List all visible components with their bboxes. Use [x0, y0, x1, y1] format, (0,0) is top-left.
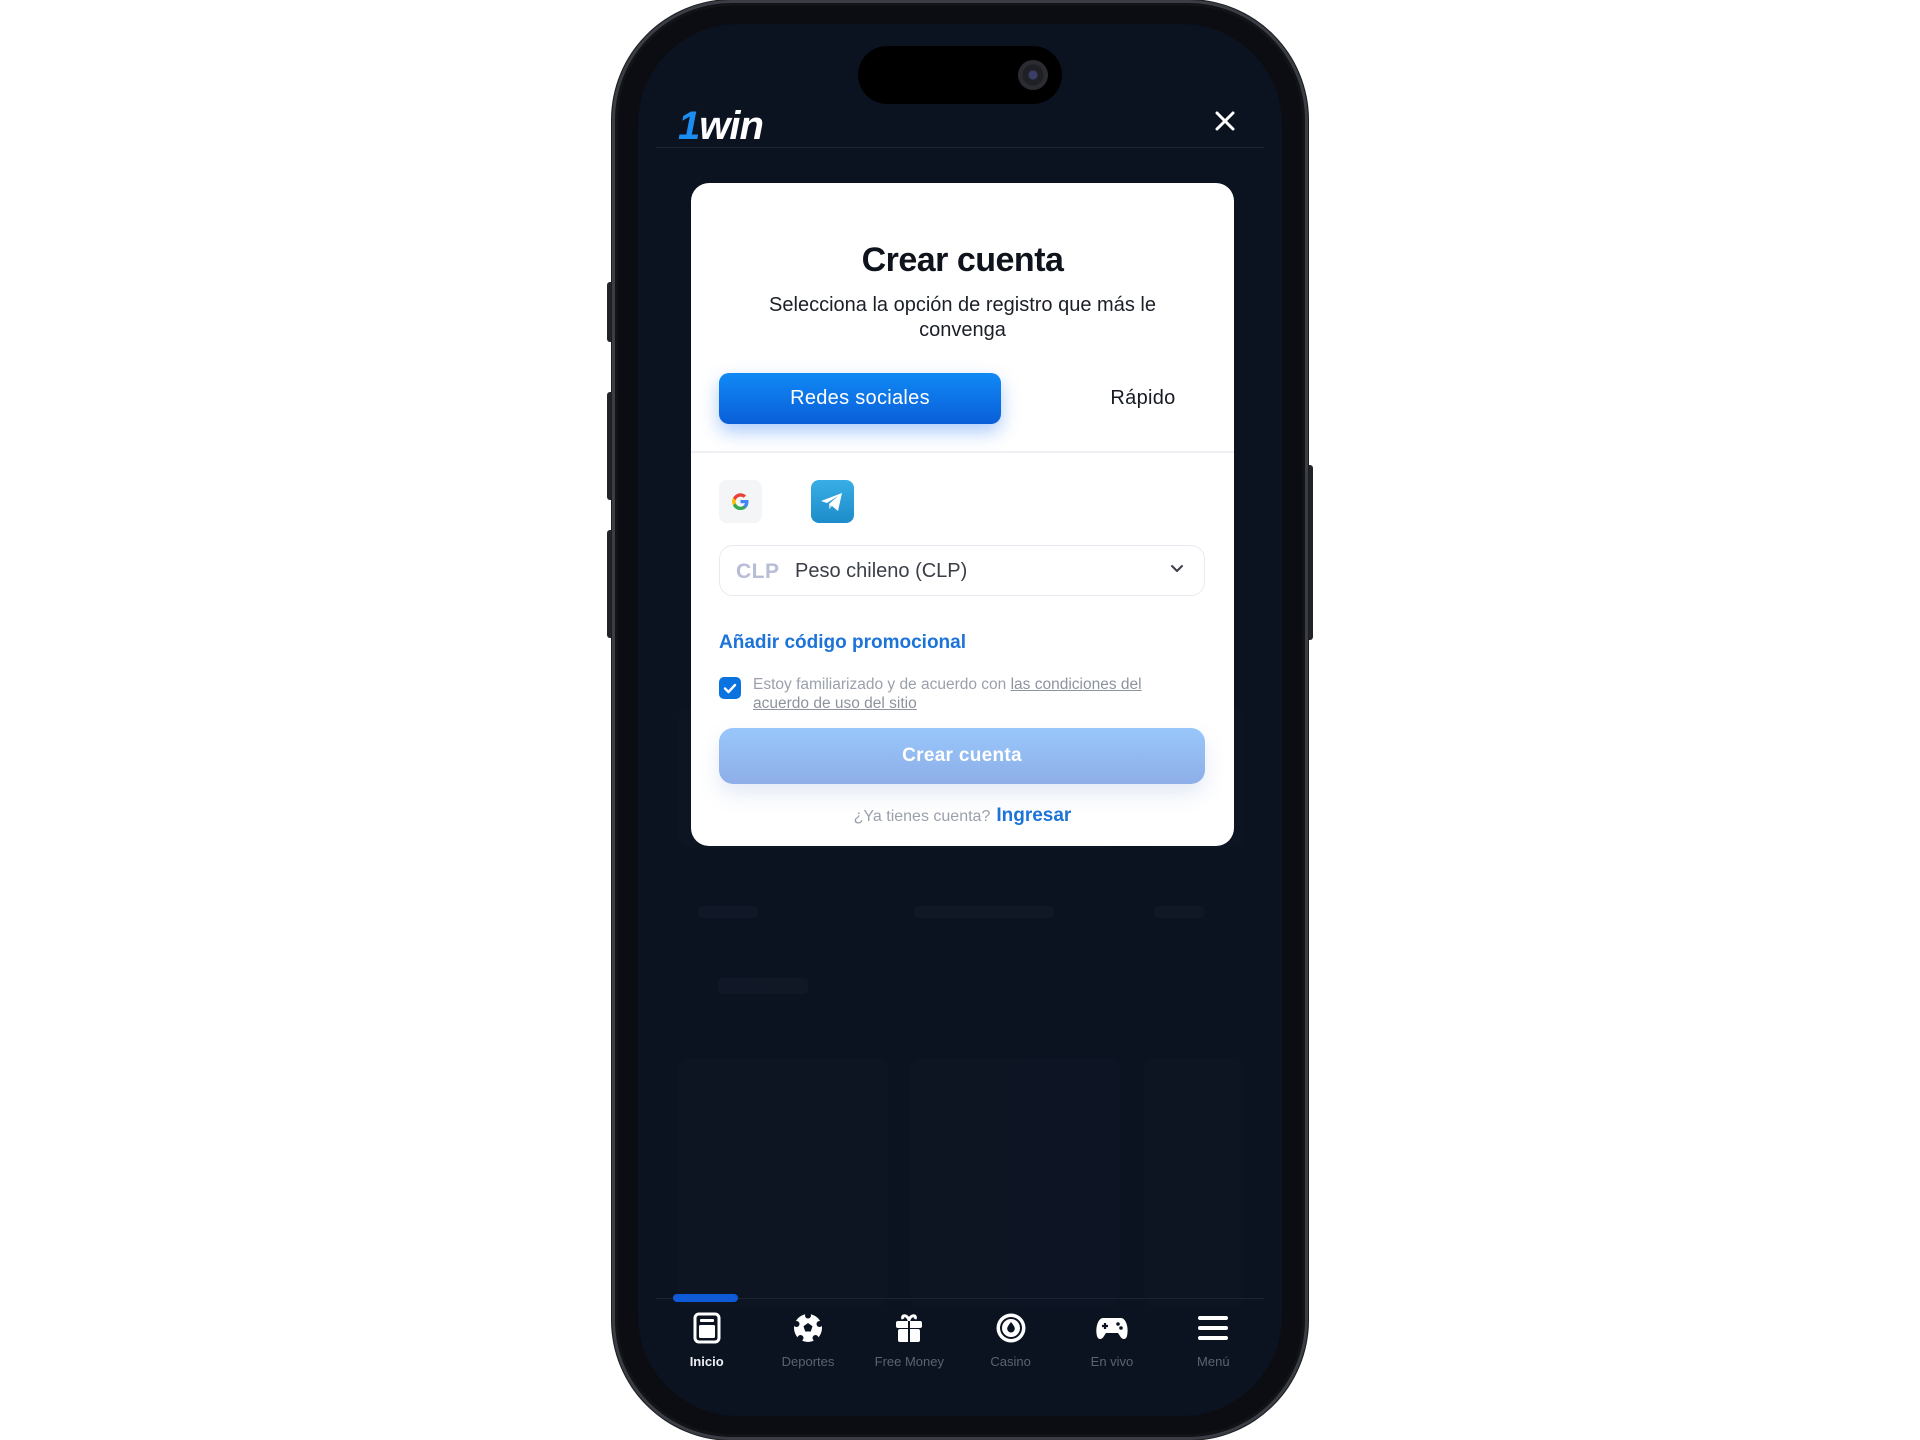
currency-code: CLP: [736, 560, 780, 583]
currency-select[interactable]: CLP Peso chileno (CLP): [719, 545, 1205, 596]
background-section-title: [718, 978, 808, 994]
terms-text: Estoy familiarizado y de acuerdo con las…: [753, 675, 1193, 713]
login-prompt-row: ¿Ya tienes cuenta? Ingresar: [691, 805, 1234, 827]
tab-casino[interactable]: Casino: [960, 1308, 1061, 1388]
modal-divider: [691, 451, 1234, 453]
background-card: [1144, 1058, 1244, 1308]
app-header: 1win: [638, 84, 1282, 149]
logo-suffix: win: [699, 104, 764, 148]
background-label: [1154, 906, 1204, 918]
tab-home[interactable]: Inicio: [656, 1308, 757, 1388]
tab-label: Free Money: [874, 1354, 944, 1369]
phone-frame: 1win Crear cuenta Selecciona la opción d…: [612, 0, 1308, 1440]
add-promo-code-link[interactable]: Añadir código promocional: [719, 632, 966, 654]
tab-label: Menú: [1197, 1354, 1230, 1369]
currency-name: Peso chileno (CLP): [795, 560, 968, 582]
close-button[interactable]: [1210, 106, 1240, 136]
google-login-button[interactable]: [719, 480, 762, 523]
terms-checkbox[interactable]: [719, 677, 741, 699]
telegram-login-button[interactable]: [811, 480, 854, 523]
app-logo[interactable]: 1win: [678, 104, 764, 149]
menu-icon: [1198, 1316, 1229, 1340]
tab-label: En vivo: [1090, 1354, 1134, 1369]
home-icon: [693, 1312, 721, 1344]
tab-menu[interactable]: Menú: [1163, 1308, 1264, 1388]
tab-live[interactable]: En vivo: [1061, 1308, 1162, 1388]
google-icon: [732, 493, 749, 511]
gift-icon: [896, 1314, 923, 1342]
login-prompt: ¿Ya tienes cuenta?: [853, 808, 991, 825]
tab-social-networks[interactable]: Redes sociales: [719, 373, 1001, 424]
soccer-ball-icon: [793, 1312, 823, 1342]
register-modal: Crear cuenta Selecciona la opción de reg…: [691, 183, 1234, 846]
telegram-icon: [821, 493, 842, 511]
logo-prefix: 1: [678, 104, 700, 148]
phone-screen: 1win Crear cuenta Selecciona la opción d…: [638, 24, 1282, 1416]
checkmark-icon: [723, 683, 737, 694]
bottom-tab-bar: Inicio Deportes Free Money Casino En viv…: [638, 1308, 1282, 1388]
modal-subtitle: Selecciona la opción de registro que más…: [769, 294, 1156, 341]
tabbar-divider: [656, 1298, 1264, 1299]
modal-title: Crear cuenta: [861, 241, 1064, 279]
background-card: [910, 1058, 1120, 1308]
casino-chip-icon: [996, 1313, 1026, 1343]
background-label: [914, 906, 1054, 918]
create-account-button[interactable]: Crear cuenta: [719, 728, 1205, 784]
background-label: [698, 906, 758, 918]
chevron-down-icon: [1171, 565, 1183, 572]
tab-quick[interactable]: Rápido: [1002, 373, 1282, 424]
tab-sports[interactable]: Deportes: [757, 1308, 858, 1388]
tab-label: Inicio: [689, 1354, 724, 1369]
gamepad-icon: [1096, 1318, 1128, 1339]
close-icon: [1215, 111, 1235, 131]
terms-label: Estoy familiarizado y de acuerdo con: [753, 676, 1011, 693]
tab-label: Casino: [990, 1354, 1031, 1369]
login-link[interactable]: Ingresar: [996, 805, 1071, 826]
tab-label: Deportes: [781, 1354, 835, 1369]
active-tab-indicator: [673, 1294, 738, 1302]
background-card: [678, 1058, 888, 1308]
tab-free-money[interactable]: Free Money: [859, 1308, 960, 1388]
